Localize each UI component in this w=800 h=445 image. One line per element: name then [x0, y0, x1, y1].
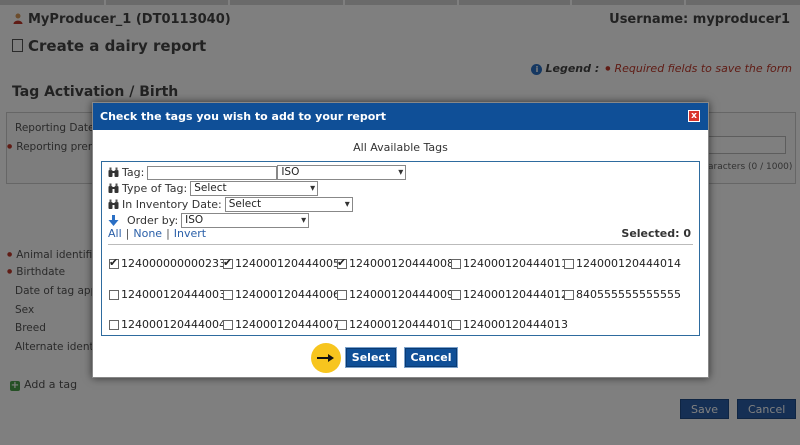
- tag-checkbox-item[interactable]: 124000120444004: [109, 318, 226, 331]
- close-icon[interactable]: x: [688, 110, 700, 122]
- tag-number: 124000120444009: [349, 288, 454, 301]
- tag-checkbox-item[interactable]: 124000120444007: [223, 318, 340, 331]
- tag-checkbox-item[interactable]: 124000120444014: [564, 257, 681, 270]
- tag-number: 124000120444012: [463, 288, 568, 301]
- dialog-subtitle: All Available Tags: [353, 141, 448, 154]
- tag-number: 124000120444005: [235, 257, 340, 270]
- type-filter-row: Type of Tag: Select: [108, 181, 319, 196]
- binoculars-icon: [108, 183, 119, 193]
- tag-checkbox[interactable]: [337, 289, 347, 300]
- tag-checkbox-item[interactable]: 124000120444013: [451, 318, 568, 331]
- tag-checkbox-item[interactable]: 124000120444003: [109, 288, 226, 301]
- tag-checkbox[interactable]: [337, 256, 347, 269]
- tag-checkbox[interactable]: [109, 256, 119, 269]
- dialog-title: Check the tags you wish to add to your r…: [100, 110, 386, 123]
- type-of-tag-select[interactable]: Select: [190, 181, 319, 196]
- select-button[interactable]: Select: [346, 348, 396, 367]
- tag-number: 124000120444004: [121, 318, 226, 331]
- tag-search-input[interactable]: [147, 165, 278, 180]
- selected-count: Selected: 0: [621, 227, 691, 240]
- tag-number: 124000120444014: [576, 257, 681, 270]
- tag-filter-row: Tag: ISO: [108, 165, 407, 180]
- tag-type-select[interactable]: ISO: [277, 165, 407, 180]
- order-by-label: Order by:: [127, 214, 179, 227]
- binoculars-icon: [108, 167, 119, 177]
- binoculars-icon: [108, 199, 119, 209]
- dialog-header: Check the tags you wish to add to your r…: [93, 103, 708, 130]
- tag-number: 124000000000233: [121, 257, 226, 270]
- tag-number: 124000120444011: [463, 257, 568, 270]
- tag-checkbox[interactable]: [451, 289, 461, 300]
- tag-checkbox-item[interactable]: 124000120444006: [223, 288, 340, 301]
- tag-checkbox[interactable]: [223, 289, 233, 300]
- tag-number: 124000120444010: [349, 318, 454, 331]
- divider: [108, 244, 693, 245]
- order-by-row: Order by: ISO: [108, 213, 310, 228]
- cancel-button[interactable]: Cancel: [405, 348, 457, 367]
- select-all-link[interactable]: All: [108, 227, 122, 240]
- tag-checkbox-item[interactable]: 124000120444012: [451, 288, 568, 301]
- tag-checkbox-item[interactable]: 124000120444010: [337, 318, 454, 331]
- tag-checkbox[interactable]: [451, 319, 461, 330]
- selection-links: All | None | Invert: [108, 227, 207, 240]
- tag-checkbox[interactable]: [451, 258, 461, 269]
- tag-checkbox[interactable]: [564, 289, 574, 300]
- tag-number: 124000120444006: [235, 288, 340, 301]
- tag-selection-dialog: Check the tags you wish to add to your r…: [92, 102, 709, 378]
- tag-checkbox-item[interactable]: 124000120444005: [223, 256, 340, 270]
- tag-checkbox[interactable]: [109, 319, 119, 330]
- tag-checkbox[interactable]: [223, 319, 233, 330]
- tag-filter-panel: Tag: ISO Type of Tag: Select In Inventor…: [101, 161, 700, 336]
- type-of-tag-label: Type of Tag:: [122, 182, 188, 195]
- select-none-link[interactable]: None: [133, 227, 162, 240]
- tag-number: 124000120444003: [121, 288, 226, 301]
- pointer-highlight-icon: [311, 343, 341, 373]
- tag-label: Tag:: [122, 166, 145, 179]
- tag-checkbox[interactable]: [223, 256, 233, 269]
- tag-checkbox-item[interactable]: 124000120444011: [451, 257, 568, 270]
- tag-checkbox-item[interactable]: 124000120444009: [337, 288, 454, 301]
- tag-checkbox[interactable]: [564, 258, 574, 269]
- inventory-date-select[interactable]: Select: [224, 197, 353, 212]
- order-by-select[interactable]: ISO: [181, 213, 310, 228]
- tag-checkbox[interactable]: [109, 289, 119, 300]
- inventory-date-label: In Inventory Date:: [122, 198, 222, 211]
- tag-checkbox[interactable]: [337, 319, 347, 330]
- tag-checkbox-item[interactable]: 124000120444008: [337, 256, 454, 270]
- tag-number: 840555555555555: [576, 288, 681, 301]
- tag-number: 124000120444008: [349, 257, 454, 270]
- invert-selection-link[interactable]: Invert: [174, 227, 206, 240]
- sort-arrow-icon: [108, 215, 119, 226]
- tag-number: 124000120444013: [463, 318, 568, 331]
- tag-checkbox-item[interactable]: 840555555555555: [564, 288, 681, 301]
- tag-number: 124000120444007: [235, 318, 340, 331]
- tag-checkbox-item[interactable]: 124000000000233: [109, 256, 226, 270]
- inventory-filter-row: In Inventory Date: Select: [108, 197, 353, 212]
